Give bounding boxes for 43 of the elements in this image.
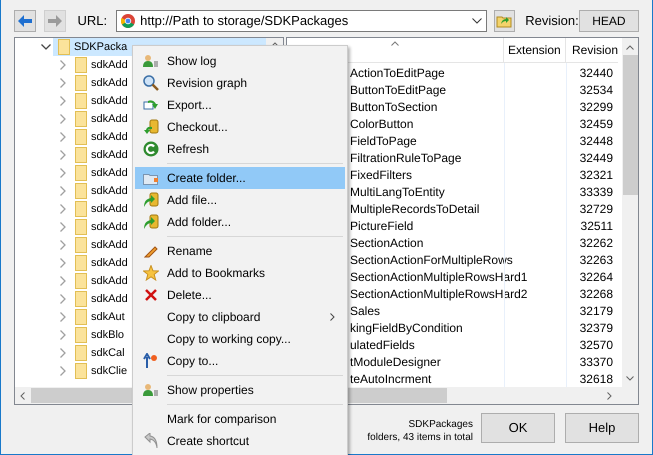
file-name: Sales xyxy=(350,302,382,320)
file-name: FixedFilters xyxy=(350,166,414,184)
revision-number: 32449 xyxy=(578,150,614,166)
revision-number: 32459 xyxy=(578,116,614,132)
file-name: FiltrationRuleToPage xyxy=(350,150,462,166)
revision-number: 32440 xyxy=(578,64,614,82)
status-text: SDKPackages xyxy=(408,418,473,431)
file-name: FieldToPage xyxy=(350,132,418,150)
status-text: folders, 43 items in total xyxy=(367,431,473,444)
revision-number: 32321 xyxy=(578,166,614,184)
revision-number: 32448 xyxy=(578,132,614,150)
revision-number: 32264 xyxy=(578,268,614,286)
revision-number: 32729 xyxy=(578,200,614,218)
file-name: MultipleRecordsToDetail xyxy=(350,200,480,218)
revision-label: Revision: xyxy=(525,12,579,30)
file-name: SectionActionMultipleRowsHard2 xyxy=(350,286,528,302)
revision-number: 32534 xyxy=(578,82,614,98)
file-name: ulatedFields xyxy=(350,336,416,354)
file-name: ButtonToEditPage xyxy=(350,82,448,98)
file-name: teAutoIncrment xyxy=(350,370,432,387)
file-name: SectionActionMultipleRowsHard1 xyxy=(350,268,528,286)
file-name: kingFieldByCondition xyxy=(350,320,464,336)
revision-number: 32570 xyxy=(578,336,614,354)
revision-number: 32379 xyxy=(578,320,614,336)
file-name: ColorButton xyxy=(350,116,414,132)
url-text: http://Path to storage/SDKPackages xyxy=(140,12,348,30)
revision-number: 32299 xyxy=(578,98,614,116)
file-name: MultiLangToEntity xyxy=(350,184,446,200)
revision-number: 32179 xyxy=(578,302,614,320)
revision-number: 33339 xyxy=(578,184,614,200)
revision-number: 33370 xyxy=(578,354,614,370)
file-name: ActionToEditPage xyxy=(350,64,446,82)
revision-number: 32262 xyxy=(578,234,614,252)
revision-number: 32511 xyxy=(580,218,614,234)
revision-number: 32268 xyxy=(578,286,614,302)
file-name: SectionAction xyxy=(350,234,424,252)
url-label: URL: xyxy=(78,12,108,30)
file-name: ButtonToSection xyxy=(350,98,438,116)
file-name: tModuleDesigner xyxy=(350,354,442,370)
revision-number: 32263 xyxy=(578,252,614,268)
file-name: PictureField xyxy=(350,218,414,234)
revision-number: 32618 xyxy=(578,370,614,387)
file-name: SectionActionForMultipleRows xyxy=(350,252,514,268)
